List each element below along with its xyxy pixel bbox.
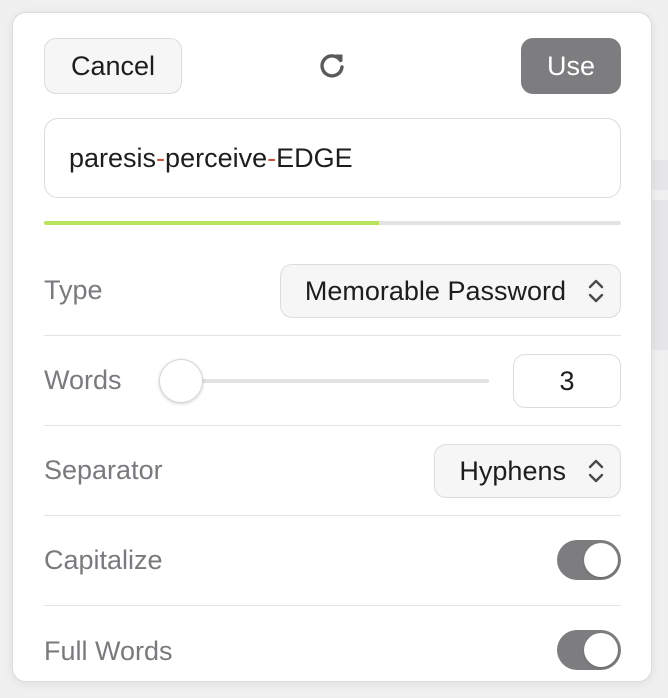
chevron-up-down-icon (588, 457, 604, 485)
password-generator-popover: Cancel Use paresis - perceive - EDGE Type Me… (12, 12, 652, 682)
use-button[interactable]: Use (521, 38, 621, 94)
password-separator: - (156, 142, 166, 173)
words-slider[interactable] (159, 358, 489, 404)
words-count-field[interactable]: 3 (513, 354, 621, 408)
capitalize-label: Capitalize (44, 545, 163, 575)
generated-password-field[interactable]: paresis - perceive - EDGE (44, 118, 621, 198)
type-row: Type Memorable Password (44, 246, 621, 336)
cancel-button[interactable]: Cancel (44, 38, 182, 94)
password-strength-meter (44, 221, 621, 225)
separator-row: Separator Hyphens (44, 426, 621, 516)
password-separator: - (267, 142, 277, 173)
separator-select[interactable]: Hyphens (434, 444, 621, 498)
capitalize-row: Capitalize (44, 516, 621, 606)
toolbar: Cancel Use (44, 38, 621, 94)
refresh-button[interactable] (312, 48, 352, 84)
refresh-icon (316, 50, 348, 82)
separator-select-value: Hyphens (459, 455, 566, 486)
type-select-value: Memorable Password (304, 275, 566, 306)
words-slider-thumb[interactable] (159, 359, 203, 403)
words-slider-track (159, 379, 489, 383)
type-label: Type (44, 275, 103, 305)
separator-label: Separator (44, 455, 163, 485)
password-word: paresis (69, 142, 157, 173)
chevron-up-down-icon (588, 277, 604, 305)
words-label: Words (44, 365, 122, 395)
password-word: perceive (165, 142, 268, 173)
capitalize-toggle[interactable] (557, 540, 621, 580)
words-row: Words 3 (44, 336, 621, 426)
type-select[interactable]: Memorable Password (279, 264, 621, 318)
full-words-row: Full Words (44, 606, 621, 696)
password-strength-fill (44, 221, 379, 225)
full-words-toggle[interactable] (557, 630, 621, 670)
toggle-knob (584, 543, 618, 577)
password-word: EDGE (276, 142, 353, 173)
toggle-knob (584, 633, 618, 667)
full-words-label: Full Words (44, 635, 173, 666)
